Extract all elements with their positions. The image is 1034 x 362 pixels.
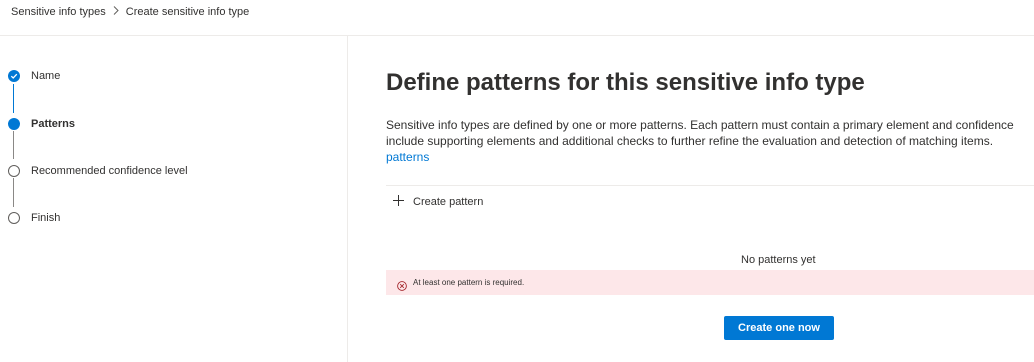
create-pattern-label: Create pattern	[413, 196, 484, 208]
empty-circle-icon	[8, 165, 20, 177]
description-line: Sensitive info types are defined by one …	[386, 118, 1014, 132]
description-line: include supporting elements and addition…	[386, 134, 994, 148]
empty-circle-icon	[8, 212, 20, 224]
step-finish[interactable]: Finish	[8, 211, 60, 225]
page-title: Define patterns for this sensitive info …	[386, 69, 865, 96]
section-divider	[386, 185, 1034, 186]
page-description: Sensitive info types are defined by one …	[386, 117, 1034, 165]
empty-state-text: No patterns yet	[741, 254, 816, 266]
checkmark-icon	[8, 70, 20, 82]
step-label: Patterns	[31, 118, 76, 130]
step-name[interactable]: Name	[8, 69, 60, 83]
error-circle-icon	[397, 278, 407, 291]
wizard-stepper: Name Patterns Recommended confidence lev…	[0, 36, 348, 362]
step-label: Finish	[31, 212, 61, 224]
current-step-dot-icon	[8, 118, 20, 130]
step-label: Name	[31, 70, 61, 82]
breadcrumb-item-current: Create sensitive info type	[125, 6, 250, 18]
step-label: Recommended confidence level	[31, 165, 188, 177]
step-connector	[13, 178, 14, 207]
step-connector	[13, 131, 14, 159]
add-icon	[393, 195, 404, 209]
step-connector	[13, 84, 14, 113]
breadcrumb-item-sensitive-info-types[interactable]: Sensitive info types	[11, 6, 106, 18]
error-message-text: At least one pattern is required.	[413, 278, 525, 287]
step-patterns[interactable]: Patterns	[8, 117, 75, 131]
create-pattern-button[interactable]: Create pattern	[393, 195, 483, 209]
error-message-bar: At least one pattern is required.	[386, 270, 1034, 295]
patterns-learn-link[interactable]: patterns	[386, 149, 1034, 165]
chevron-right-icon	[113, 6, 119, 18]
create-one-now-button[interactable]: Create one now	[724, 316, 834, 340]
breadcrumb: Sensitive info types Create sensitive in…	[11, 6, 249, 18]
step-recommended-confidence-level[interactable]: Recommended confidence level	[8, 164, 188, 178]
